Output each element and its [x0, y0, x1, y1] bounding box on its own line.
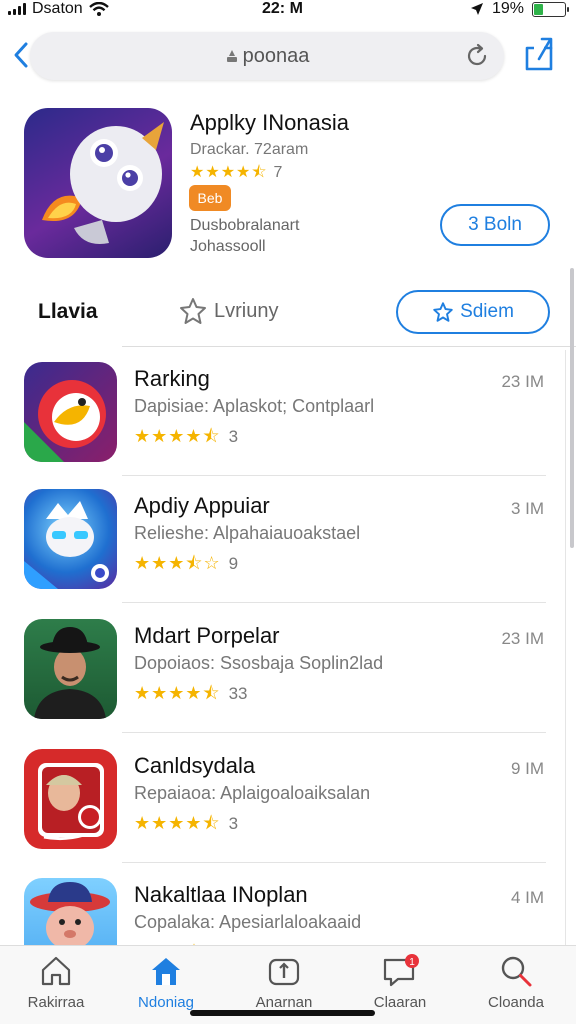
rating-count: 3 — [228, 427, 239, 446]
app-description: Repaiaoa: Aplaigoaloaiksalan — [134, 783, 371, 803]
status-right: 19% — [470, 0, 569, 18]
featured-app-title[interactable]: Applky INonasia — [190, 110, 349, 136]
tabbar-label: Claaran — [373, 994, 427, 1011]
divider — [122, 346, 576, 347]
status-left: Dsaton — [8, 0, 109, 18]
app-size: 23 IM — [501, 629, 544, 648]
row-separator — [122, 862, 546, 863]
app-icon-mascot[interactable] — [24, 489, 117, 589]
app-rating: ★★★★⯪ 33 — [134, 681, 248, 711]
nav-bar: poonaa — [0, 30, 576, 82]
status-bar: Dsaton 22: M 19% — [0, 0, 576, 22]
clock: 22: M — [262, 0, 303, 17]
list-item[interactable]: Mdart Porpelar Dopoiaos: Ssosbaja Soplin… — [0, 619, 560, 747]
home-icon — [41, 956, 71, 986]
app-title[interactable]: Canldsydala — [134, 753, 255, 779]
wifi-icon — [88, 2, 109, 16]
app-title[interactable]: Mdart Porpelar — [134, 623, 280, 649]
star-outline-icon — [433, 302, 453, 322]
app-title[interactable]: Apdiy Appuiar — [134, 493, 270, 519]
carrier-label: Dsaton — [32, 0, 83, 17]
ranking-icon — [268, 958, 300, 986]
get-button[interactable]: 3 Boln — [440, 204, 550, 246]
list-item[interactable]: Rarking Dapisiae: Aplaskot; Contplaarl ★… — [0, 362, 560, 490]
scrollbar[interactable] — [570, 268, 574, 548]
divider — [565, 350, 566, 945]
app-rating: ★★★★⯪ 3 — [134, 424, 238, 454]
app-size: 23 IM — [501, 372, 544, 391]
app-icon-parrot[interactable] — [24, 362, 117, 462]
notification-badge: 1 — [409, 957, 415, 968]
rating-count: 33 — [228, 684, 248, 703]
app-icon-character[interactable] — [24, 749, 117, 849]
app-rating: ★★★⯪☆ 9 — [134, 551, 238, 581]
featured-info-line-1: Dusbobralanart — [190, 217, 300, 234]
search-lock-icon — [226, 50, 237, 62]
app-icon-portrait[interactable] — [24, 619, 117, 719]
rating-count: 9 — [228, 554, 239, 573]
app-size: 4 IM — [510, 888, 544, 907]
search-bar[interactable]: poonaa — [30, 32, 504, 80]
search-query: poonaa — [242, 45, 310, 67]
app-description: Dapisiae: Aplaskot; Contplaarl — [134, 396, 375, 416]
tabbar-label: Anarnan — [255, 994, 313, 1011]
row-separator — [122, 602, 546, 603]
store-icon — [152, 958, 180, 985]
app-title[interactable]: Nakaltlaa INoplan — [134, 882, 308, 908]
featured-badge: Beb — [189, 185, 231, 211]
tabbar-label: Cloanda — [488, 994, 544, 1011]
home-indicator[interactable] — [190, 1010, 375, 1016]
battery-icon — [532, 1, 569, 17]
tabbar-item-search[interactable]: Cloanda — [466, 954, 566, 1011]
star-rating-icon: ★★★★⯪ — [134, 813, 221, 833]
app-size: 9 IM — [510, 759, 544, 778]
tab-second[interactable]: Lvriuny — [178, 296, 278, 326]
battery-percent: 19% — [491, 0, 524, 17]
app-description: Relieshe: Alpahaiauoakstael — [134, 523, 361, 543]
star-rating-icon: ★★★★⯪ — [134, 426, 221, 446]
tabbar-item-messages[interactable]: 1 Claaran — [350, 954, 450, 1011]
search-field[interactable]: poonaa — [30, 45, 504, 68]
star-rating-icon: ★★★★⯪ — [134, 683, 221, 703]
rating-count: 3 — [228, 814, 239, 833]
app-size: 3 IM — [510, 499, 544, 518]
app-rating: ★★★★⯪ 3 — [134, 811, 238, 841]
tabbar-label: Rakirraa — [27, 994, 85, 1011]
tabbar-item-store[interactable]: Ndoniag — [116, 954, 216, 1011]
tabbar-item-home[interactable]: Rakirraa — [6, 954, 106, 1011]
star-rating-icon: ★★★★⯪ — [190, 164, 268, 181]
messages-icon: 1 — [383, 954, 419, 987]
featured-app-subtitle: Drackar. 72aram — [190, 141, 309, 158]
list-item[interactable]: Canldsydala Repaiaoa: Aplaigoaloaiksalan… — [0, 749, 560, 877]
app-description: Dopoiaos: Ssosbaja Soplin2lad — [134, 653, 384, 673]
featured-app-icon[interactable] — [24, 108, 172, 258]
star-rating-icon: ★★★⯪☆ — [134, 553, 221, 573]
featured-info-line-2: Johassooll — [190, 238, 266, 255]
list-item[interactable]: Apdiy Appuiar Relieshe: Alpahaiauoakstae… — [0, 489, 560, 617]
app-title[interactable]: Rarking — [134, 366, 210, 392]
location-icon — [470, 3, 483, 15]
search-icon — [501, 956, 532, 987]
app-description: Copalaka: Apesiarlaloakaaid — [134, 912, 362, 932]
reload-icon[interactable] — [464, 43, 490, 69]
tab-second-label: Lvriuny — [214, 299, 279, 322]
star-outline-icon — [180, 298, 206, 324]
tab-third-button[interactable]: Sdiem — [396, 290, 550, 334]
share-icon[interactable] — [522, 36, 556, 72]
tabbar-item-ranking[interactable]: Anarnan — [234, 954, 334, 1011]
signal-icon — [8, 3, 26, 15]
tab-first[interactable]: Llavia — [38, 300, 98, 324]
tabbar-label: Ndoniag — [138, 994, 194, 1011]
featured-rating: ★★★★⯪ 7 — [190, 161, 282, 188]
app-store-screen: Dsaton 22: M 19% poonaa Applky INonasia … — [0, 0, 576, 1024]
tab-third-label: Sdiem — [460, 301, 514, 322]
back-chevron-icon[interactable] — [10, 40, 32, 70]
row-separator — [122, 732, 546, 733]
rocket-icon — [42, 122, 164, 244]
featured-rating-count: 7 — [273, 164, 283, 181]
row-separator — [122, 475, 546, 476]
